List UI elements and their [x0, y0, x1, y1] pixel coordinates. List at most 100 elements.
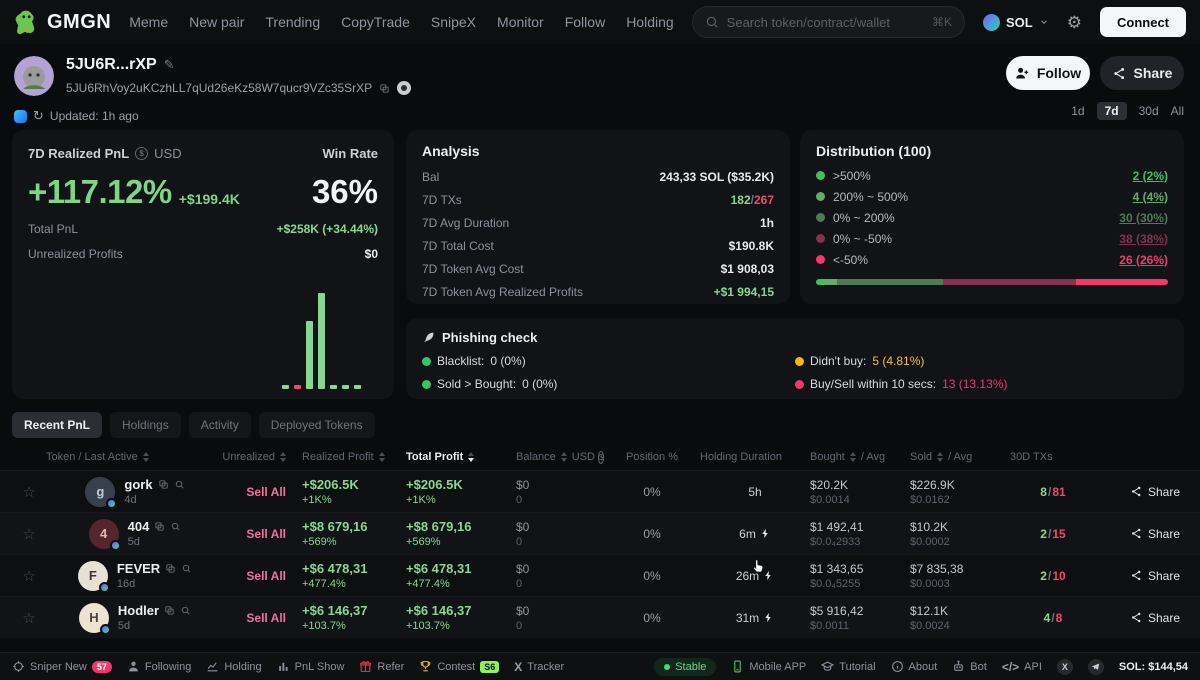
legend-dot-icon [816, 192, 825, 201]
header-total-profit[interactable]: Total Profit [406, 451, 516, 463]
distribution-row: 0% ~ 200% 30 (30%) [816, 207, 1168, 228]
footer-api[interactable]: </> API [1002, 660, 1042, 674]
token-name[interactable]: 404 [128, 519, 150, 534]
token-avatar[interactable]: 4 [89, 519, 119, 549]
search-token-icon[interactable] [170, 521, 181, 532]
didnt-buy-check: Didn't buy: 5 (4.81%) [795, 354, 1168, 368]
token-name[interactable]: FEVER [117, 561, 160, 576]
edit-name-icon[interactable]: ✎ [164, 57, 175, 73]
header-bought[interactable]: Bought/ Avg [810, 451, 910, 463]
footer-mobile-app[interactable]: Mobile APP [731, 660, 806, 673]
share-icon [1130, 569, 1143, 582]
follow-button[interactable]: Follow [1006, 56, 1090, 90]
balance-qty: 0 [516, 494, 604, 506]
holding-duration: 6m [739, 527, 756, 541]
legend-dot-icon [816, 171, 825, 180]
filter-1d[interactable]: 1d [1071, 104, 1084, 118]
distribution-rows: >500% 2 (2%) 200% ~ 500% 4 (4%) 0% ~ 200… [816, 165, 1168, 270]
header-sold[interactable]: Sold/ Avg [910, 451, 1010, 463]
copy-icon[interactable] [158, 479, 169, 490]
tab-holdings[interactable]: Holdings [110, 412, 181, 438]
sell-all-button[interactable]: Sell All [246, 485, 286, 499]
chain-selector[interactable]: SOL [983, 14, 1049, 31]
holding-duration: 31m [736, 611, 759, 625]
favorite-star-icon[interactable]: ☆ [22, 609, 35, 627]
search-bar[interactable]: ⌘K [692, 6, 965, 38]
row-share-button[interactable]: Share [1096, 527, 1188, 541]
token-avatar[interactable]: H [79, 603, 109, 633]
sell-all-button[interactable]: Sell All [246, 569, 286, 583]
code-icon: </> [1002, 660, 1019, 674]
row-share-button[interactable]: Share [1096, 569, 1188, 583]
search-token-icon[interactable] [180, 605, 191, 616]
favorite-star-icon[interactable]: ☆ [22, 483, 35, 501]
footer-holding[interactable]: Holding [206, 660, 261, 673]
header-token[interactable]: Token / Last Active [46, 451, 224, 463]
search-input[interactable] [727, 15, 924, 30]
distribution-count[interactable]: 26 (26%) [1119, 253, 1168, 267]
nav-item[interactable]: Meme [129, 14, 168, 30]
distribution-count[interactable]: 4 (4%) [1133, 190, 1168, 204]
favorite-star-icon[interactable]: ☆ [22, 567, 35, 585]
footer-refer[interactable]: Refer [359, 660, 404, 673]
footer-sniper[interactable]: Sniper New 57 [12, 660, 112, 673]
token-avatar[interactable]: F [78, 561, 108, 591]
copy-icon[interactable] [164, 605, 175, 616]
copy-icon[interactable] [154, 521, 165, 532]
footer-pnl-show[interactable]: PnL Show [277, 660, 345, 673]
share-button[interactable]: Share [1100, 56, 1184, 90]
header-realized[interactable]: Realized Profit [302, 451, 406, 463]
settings-gear-icon[interactable]: ⚙ [1067, 14, 1082, 31]
token-name[interactable]: Hodler [118, 603, 159, 618]
copy-address-icon[interactable] [379, 83, 390, 94]
favorite-star-icon[interactable]: ☆ [22, 525, 35, 543]
nav-item[interactable]: New pair [189, 14, 244, 30]
distribution-count[interactable]: 30 (30%) [1119, 211, 1168, 225]
tab-recent-pnl[interactable]: Recent PnL [12, 412, 102, 438]
token-name[interactable]: gork [124, 477, 152, 492]
footer-contest[interactable]: Contest S6 [419, 660, 499, 673]
distribution-count[interactable]: 38 (38%) [1119, 232, 1168, 246]
search-token-icon[interactable] [174, 479, 185, 490]
token-avatar[interactable]: g [85, 477, 115, 507]
footer-bot[interactable]: Bot [952, 660, 987, 673]
stable-mode-toggle[interactable]: Stable [654, 658, 716, 676]
row-share-button[interactable]: Share [1096, 611, 1188, 625]
tab-deployed-tokens[interactable]: Deployed Tokens [259, 412, 375, 438]
telegram-icon[interactable] [1088, 659, 1104, 675]
distribution-count[interactable]: 2 (2%) [1133, 169, 1168, 183]
refresh-icon[interactable]: ↻ [33, 108, 44, 124]
total-profit-pct: +1K% [406, 494, 516, 506]
nav-item[interactable]: Trending [265, 14, 320, 30]
filter-all[interactable]: All [1171, 104, 1184, 118]
distribution-card: Distribution (100) >500% 2 (2%) 200% ~ 5… [800, 130, 1184, 304]
footer-following[interactable]: Following [127, 660, 191, 673]
nav-item[interactable]: CopyTrade [341, 14, 410, 30]
nav-item[interactable]: Holding [626, 14, 673, 30]
footer-about[interactable]: About [891, 660, 938, 673]
header-unrealized[interactable]: Unrealized [224, 451, 302, 463]
share-icon [1112, 66, 1127, 81]
header-balance[interactable]: BalanceUSD$ [516, 451, 604, 464]
brand-logo[interactable]: GMGN [14, 9, 111, 35]
connect-button[interactable]: Connect [1100, 7, 1186, 37]
sell-all-button[interactable]: Sell All [246, 611, 286, 625]
blacklist-value: 0 (0%) [490, 354, 525, 368]
legend-dot-icon [816, 213, 825, 222]
footer-tutorial[interactable]: Tutorial [821, 660, 875, 673]
filter-7d[interactable]: 7d [1097, 102, 1127, 120]
copy-icon[interactable] [165, 563, 176, 574]
tab-activity[interactable]: Activity [189, 412, 251, 438]
search-token-icon[interactable] [181, 563, 192, 574]
row-share-button[interactable]: Share [1096, 485, 1188, 499]
sell-all-button[interactable]: Sell All [246, 527, 286, 541]
nav-item[interactable]: Follow [565, 14, 605, 30]
footer-tracker[interactable]: X Tracker [514, 660, 564, 674]
nav-item[interactable]: Monitor [497, 14, 544, 30]
usd-toggle-icon[interactable]: $ [135, 147, 148, 160]
explorer-link-icon[interactable] [397, 81, 411, 95]
filter-30d[interactable]: 30d [1139, 104, 1159, 118]
avatar[interactable] [14, 56, 54, 96]
nav-item[interactable]: SnipeX [431, 14, 476, 30]
x-social-icon[interactable]: X [1057, 659, 1073, 675]
